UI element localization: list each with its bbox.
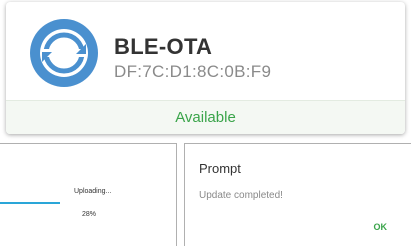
device-card[interactable]: BLE-OTA DF:7C:D1:8C:0B:F9 Available (6, 2, 405, 134)
sync-icon (29, 18, 99, 88)
progress-bar (0, 202, 60, 204)
device-name: BLE-OTA (114, 34, 213, 59)
prompt-dialog: Prompt Update completed! OK (184, 143, 411, 246)
dialog-title: Prompt (199, 161, 241, 176)
ok-button[interactable]: OK (374, 222, 388, 232)
device-mac-address: DF:7C:D1:8C:0B:F9 (114, 62, 272, 81)
status-label: Available (175, 109, 236, 126)
status-bar: Available (6, 100, 405, 134)
progress-fill (0, 202, 60, 204)
progress-percent: 28% (82, 211, 97, 218)
upload-panel: Uploading... 28% (0, 143, 177, 246)
dialog-message: Update completed! (199, 190, 283, 201)
uploading-label: Uploading... (74, 188, 112, 195)
